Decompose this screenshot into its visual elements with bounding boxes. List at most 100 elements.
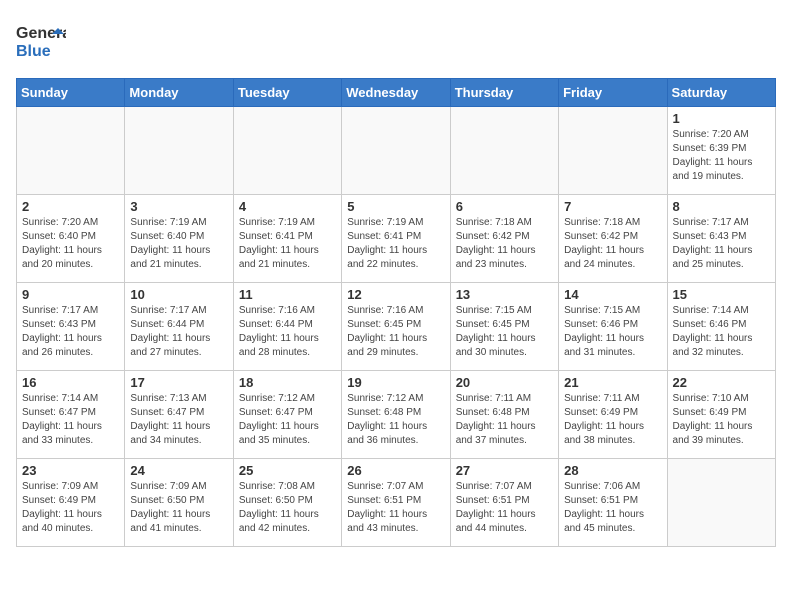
day-number: 5 <box>347 199 444 214</box>
calendar-header-thursday: Thursday <box>450 79 558 107</box>
calendar-header-saturday: Saturday <box>667 79 775 107</box>
calendar-cell <box>450 107 558 195</box>
day-number: 9 <box>22 287 119 302</box>
day-number: 12 <box>347 287 444 302</box>
calendar-cell: 20 Sunrise: 7:11 AM Sunset: 6:48 PM Dayli… <box>450 371 558 459</box>
day-number: 28 <box>564 463 661 478</box>
calendar-cell: 24 Sunrise: 7:09 AM Sunset: 6:50 PM Dayli… <box>125 459 233 547</box>
logo: General Blue <box>16 16 70 66</box>
day-number: 26 <box>347 463 444 478</box>
day-info: Sunrise: 7:09 AM Sunset: 6:49 PM Dayligh… <box>22 480 119 536</box>
calendar-cell: 7Sunrise: 7:18 AM Sunset: 6:42 PM Daylig… <box>559 195 667 283</box>
calendar-cell: 12 Sunrise: 7:16 AM Sunset: 6:45 PM Dayli… <box>342 283 450 371</box>
day-info: Sunrise: 7:14 AM Sunset: 6:46 PM Dayligh… <box>673 304 770 360</box>
day-number: 27 <box>456 463 553 478</box>
calendar-cell: 11 Sunrise: 7:16 AM Sunset: 6:44 PM Dayli… <box>233 283 341 371</box>
day-info: Sunrise: 7:17 AM Sunset: 6:43 PM Dayligh… <box>22 304 119 360</box>
day-info: Sunrise: 7:06 AM Sunset: 6:51 PM Dayligh… <box>564 480 661 536</box>
day-info: Sunrise: 7:18 AM Sunset: 6:42 PM Dayligh… <box>456 216 553 272</box>
day-number: 16 <box>22 375 119 390</box>
day-number: 19 <box>347 375 444 390</box>
calendar-cell: 18 Sunrise: 7:12 AM Sunset: 6:47 PM Dayli… <box>233 371 341 459</box>
calendar-cell: 26 Sunrise: 7:07 AM Sunset: 6:51 PM Dayli… <box>342 459 450 547</box>
calendar-cell <box>559 107 667 195</box>
day-info: Sunrise: 7:11 AM Sunset: 6:48 PM Dayligh… <box>456 392 553 448</box>
calendar-cell: 8 Sunrise: 7:17 AM Sunset: 6:43 PM Daylig… <box>667 195 775 283</box>
day-number: 15 <box>673 287 770 302</box>
day-number: 23 <box>22 463 119 478</box>
day-number: 13 <box>456 287 553 302</box>
day-number: 2 <box>22 199 119 214</box>
day-info: Sunrise: 7:11 AM Sunset: 6:49 PM Dayligh… <box>564 392 661 448</box>
calendar: SundayMondayTuesdayWednesdayThursdayFrid… <box>16 78 776 547</box>
header: General Blue <box>16 16 776 66</box>
calendar-week-4: 16 Sunrise: 7:14 AM Sunset: 6:47 PM Dayli… <box>17 371 776 459</box>
calendar-header-wednesday: Wednesday <box>342 79 450 107</box>
calendar-cell <box>342 107 450 195</box>
calendar-week-2: 2 Sunrise: 7:20 AM Sunset: 6:40 PM Daylig… <box>17 195 776 283</box>
calendar-cell: 4Sunrise: 7:19 AM Sunset: 6:41 PM Daylig… <box>233 195 341 283</box>
day-info: Sunrise: 7:17 AM Sunset: 6:44 PM Dayligh… <box>130 304 227 360</box>
day-number: 6 <box>456 199 553 214</box>
calendar-cell: 3 Sunrise: 7:19 AM Sunset: 6:40 PM Daylig… <box>125 195 233 283</box>
calendar-cell: 9 Sunrise: 7:17 AM Sunset: 6:43 PM Daylig… <box>17 283 125 371</box>
day-info: Sunrise: 7:10 AM Sunset: 6:49 PM Dayligh… <box>673 392 770 448</box>
calendar-cell: 17 Sunrise: 7:13 AM Sunset: 6:47 PM Dayli… <box>125 371 233 459</box>
calendar-header-sunday: Sunday <box>17 79 125 107</box>
calendar-cell: 23 Sunrise: 7:09 AM Sunset: 6:49 PM Dayli… <box>17 459 125 547</box>
day-info: Sunrise: 7:07 AM Sunset: 6:51 PM Dayligh… <box>456 480 553 536</box>
day-number: 8 <box>673 199 770 214</box>
day-number: 18 <box>239 375 336 390</box>
calendar-cell: 2 Sunrise: 7:20 AM Sunset: 6:40 PM Daylig… <box>17 195 125 283</box>
calendar-cell: 6 Sunrise: 7:18 AM Sunset: 6:42 PM Daylig… <box>450 195 558 283</box>
calendar-header-monday: Monday <box>125 79 233 107</box>
day-info: Sunrise: 7:16 AM Sunset: 6:44 PM Dayligh… <box>239 304 336 360</box>
day-info: Sunrise: 7:07 AM Sunset: 6:51 PM Dayligh… <box>347 480 444 536</box>
calendar-cell: 15 Sunrise: 7:14 AM Sunset: 6:46 PM Dayli… <box>667 283 775 371</box>
calendar-cell: 10 Sunrise: 7:17 AM Sunset: 6:44 PM Dayli… <box>125 283 233 371</box>
day-number: 20 <box>456 375 553 390</box>
calendar-cell: 1 Sunrise: 7:20 AM Sunset: 6:39 PM Daylig… <box>667 107 775 195</box>
day-info: Sunrise: 7:14 AM Sunset: 6:47 PM Dayligh… <box>22 392 119 448</box>
day-number: 17 <box>130 375 227 390</box>
day-info: Sunrise: 7:17 AM Sunset: 6:43 PM Dayligh… <box>673 216 770 272</box>
day-number: 24 <box>130 463 227 478</box>
day-info: Sunrise: 7:12 AM Sunset: 6:47 PM Dayligh… <box>239 392 336 448</box>
svg-text:Blue: Blue <box>16 43 51 60</box>
day-info: Sunrise: 7:13 AM Sunset: 6:47 PM Dayligh… <box>130 392 227 448</box>
day-number: 3 <box>130 199 227 214</box>
day-info: Sunrise: 7:20 AM Sunset: 6:39 PM Dayligh… <box>673 128 770 184</box>
calendar-week-5: 23 Sunrise: 7:09 AM Sunset: 6:49 PM Dayli… <box>17 459 776 547</box>
day-number: 14 <box>564 287 661 302</box>
day-info: Sunrise: 7:18 AM Sunset: 6:42 PM Dayligh… <box>564 216 661 272</box>
day-info: Sunrise: 7:19 AM Sunset: 6:41 PM Dayligh… <box>239 216 336 272</box>
calendar-cell: 19Sunrise: 7:12 AM Sunset: 6:48 PM Dayli… <box>342 371 450 459</box>
calendar-cell: 13 Sunrise: 7:15 AM Sunset: 6:45 PM Dayli… <box>450 283 558 371</box>
day-info: Sunrise: 7:15 AM Sunset: 6:46 PM Dayligh… <box>564 304 661 360</box>
day-info: Sunrise: 7:20 AM Sunset: 6:40 PM Dayligh… <box>22 216 119 272</box>
day-info: Sunrise: 7:15 AM Sunset: 6:45 PM Dayligh… <box>456 304 553 360</box>
day-number: 11 <box>239 287 336 302</box>
day-number: 10 <box>130 287 227 302</box>
calendar-week-3: 9 Sunrise: 7:17 AM Sunset: 6:43 PM Daylig… <box>17 283 776 371</box>
day-number: 1 <box>673 111 770 126</box>
day-info: Sunrise: 7:16 AM Sunset: 6:45 PM Dayligh… <box>347 304 444 360</box>
day-number: 22 <box>673 375 770 390</box>
calendar-cell <box>125 107 233 195</box>
calendar-header-tuesday: Tuesday <box>233 79 341 107</box>
day-info: Sunrise: 7:08 AM Sunset: 6:50 PM Dayligh… <box>239 480 336 536</box>
calendar-cell: 14 Sunrise: 7:15 AM Sunset: 6:46 PM Dayli… <box>559 283 667 371</box>
calendar-cell: 22 Sunrise: 7:10 AM Sunset: 6:49 PM Dayli… <box>667 371 775 459</box>
calendar-cell: 25 Sunrise: 7:08 AM Sunset: 6:50 PM Dayli… <box>233 459 341 547</box>
calendar-header-friday: Friday <box>559 79 667 107</box>
day-info: Sunrise: 7:09 AM Sunset: 6:50 PM Dayligh… <box>130 480 227 536</box>
logo-icon: General Blue <box>16 16 66 66</box>
calendar-cell: 5Sunrise: 7:19 AM Sunset: 6:41 PM Daylig… <box>342 195 450 283</box>
day-info: Sunrise: 7:19 AM Sunset: 6:40 PM Dayligh… <box>130 216 227 272</box>
day-number: 25 <box>239 463 336 478</box>
calendar-week-1: 1 Sunrise: 7:20 AM Sunset: 6:39 PM Daylig… <box>17 107 776 195</box>
calendar-cell <box>233 107 341 195</box>
calendar-cell: 16 Sunrise: 7:14 AM Sunset: 6:47 PM Dayli… <box>17 371 125 459</box>
calendar-header-row: SundayMondayTuesdayWednesdayThursdayFrid… <box>17 79 776 107</box>
calendar-cell: 28 Sunrise: 7:06 AM Sunset: 6:51 PM Dayli… <box>559 459 667 547</box>
